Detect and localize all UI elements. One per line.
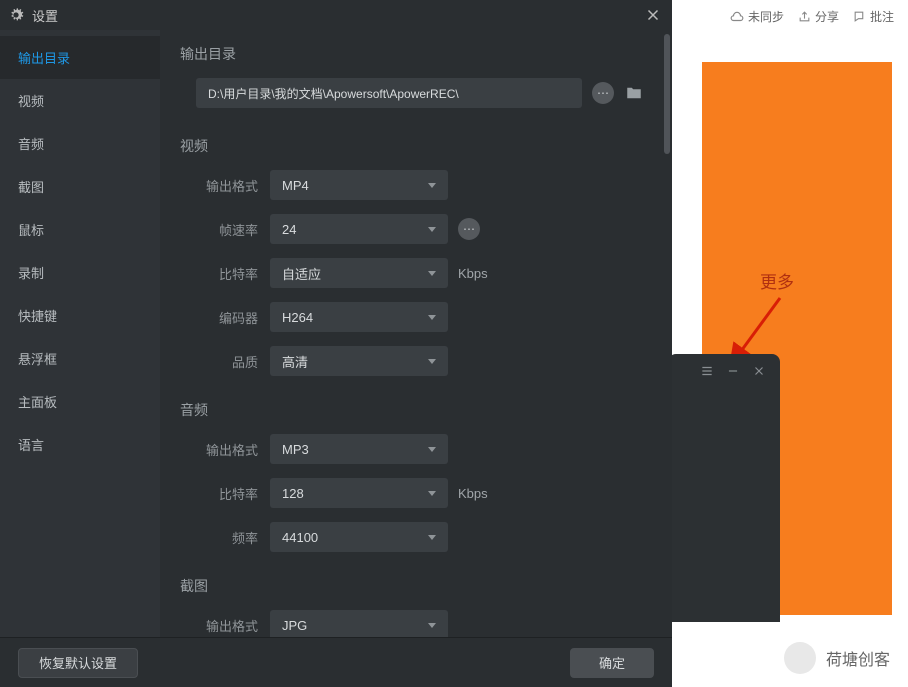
- audio-format-label: 输出格式: [180, 440, 258, 459]
- close-icon[interactable]: [752, 364, 766, 378]
- video-bitrate-select[interactable]: 自适应: [270, 258, 448, 288]
- screenshot-format-label: 输出格式: [180, 616, 258, 635]
- audio-bitrate-select[interactable]: 128: [270, 478, 448, 508]
- floating-titlebar: [668, 354, 780, 388]
- floating-window: [668, 354, 780, 622]
- select-value: 高清: [282, 352, 308, 371]
- sync-status[interactable]: 未同步: [730, 8, 784, 25]
- settings-content: 输出目录 ⋯ 视频 输出格式 MP4 帧速率 24 ⋯: [160, 30, 672, 637]
- menu-icon[interactable]: [700, 364, 714, 378]
- sidebar-item-audio[interactable]: 音频: [0, 122, 160, 165]
- sidebar-item-label: 截图: [18, 180, 44, 195]
- section-heading: 输出目录: [180, 44, 652, 64]
- dialog-body: 输出目录 视频 音频 截图 鼠标 录制 快捷键 悬浮框 主面板 语言 输出目录 …: [0, 30, 672, 637]
- sidebar-item-label: 悬浮框: [18, 352, 57, 367]
- video-encoder-label: 编码器: [180, 308, 258, 327]
- more-options-icon[interactable]: ⋯: [592, 82, 614, 104]
- sidebar-item-record[interactable]: 录制: [0, 251, 160, 294]
- dialog-close-icon[interactable]: [644, 6, 662, 24]
- section-heading: 视频: [180, 136, 652, 156]
- sidebar-item-video[interactable]: 视频: [0, 79, 160, 122]
- select-value: JPG: [282, 618, 307, 633]
- section-screenshot: 截图 输出格式 JPG: [180, 576, 652, 637]
- settings-dialog: 设置 输出目录 视频 音频 截图 鼠标 录制 快捷键 悬浮框 主面板 语言 输出…: [0, 0, 672, 687]
- video-quality-select[interactable]: 高清: [270, 346, 448, 376]
- wechat-avatar-icon: [784, 642, 816, 674]
- scrollbar-thumb[interactable]: [664, 34, 670, 154]
- sidebar-item-label: 音频: [18, 137, 44, 152]
- dialog-footer: 恢复默认设置 确定: [0, 637, 672, 687]
- video-fps-label: 帧速率: [180, 220, 258, 239]
- wechat-footer: 荷塘创客: [672, 629, 908, 687]
- video-fps-select[interactable]: 24: [270, 214, 448, 244]
- sidebar-item-hotkey[interactable]: 快捷键: [0, 294, 160, 337]
- sidebar-item-label: 视频: [18, 94, 44, 109]
- audio-freq-select[interactable]: 44100: [270, 522, 448, 552]
- select-value: 128: [282, 486, 304, 501]
- sidebar-item-mainpanel[interactable]: 主面板: [0, 380, 160, 423]
- select-value: MP3: [282, 442, 309, 457]
- annotate-label: 批注: [870, 8, 894, 25]
- video-format-select[interactable]: MP4: [270, 170, 448, 200]
- gear-icon: [8, 7, 24, 23]
- annotate-button[interactable]: 批注: [853, 8, 894, 25]
- sidebar-item-label: 输出目录: [18, 51, 70, 66]
- annotate-icon: [853, 10, 866, 23]
- output-path-input[interactable]: [196, 78, 582, 108]
- sidebar-item-label: 鼠标: [18, 223, 44, 238]
- sidebar-item-language[interactable]: 语言: [0, 423, 160, 466]
- sidebar-item-mouse[interactable]: 鼠标: [0, 208, 160, 251]
- section-heading: 音频: [180, 400, 652, 420]
- ok-button[interactable]: 确定: [570, 648, 654, 678]
- video-format-label: 输出格式: [180, 176, 258, 195]
- video-encoder-select[interactable]: H264: [270, 302, 448, 332]
- cloud-icon: [730, 10, 744, 24]
- settings-sidebar: 输出目录 视频 音频 截图 鼠标 录制 快捷键 悬浮框 主面板 语言: [0, 30, 160, 637]
- button-label: 确定: [599, 653, 625, 672]
- wechat-account-name: 荷塘创客: [826, 646, 890, 670]
- dialog-title: 设置: [32, 6, 58, 25]
- doc-toolbar: 未同步 分享 批注: [730, 8, 894, 25]
- sidebar-item-screenshot[interactable]: 截图: [0, 165, 160, 208]
- select-value: 自适应: [282, 264, 321, 283]
- dialog-header: 设置: [0, 0, 672, 30]
- folder-icon[interactable]: [624, 84, 644, 102]
- screenshot-format-select[interactable]: JPG: [270, 610, 448, 637]
- sidebar-item-label: 录制: [18, 266, 44, 281]
- share-button[interactable]: 分享: [798, 8, 839, 25]
- section-output: 输出目录 ⋯: [180, 44, 652, 108]
- sync-label: 未同步: [748, 8, 784, 25]
- audio-format-select[interactable]: MP3: [270, 434, 448, 464]
- audio-bitrate-unit: Kbps: [458, 486, 488, 501]
- audio-bitrate-label: 比特率: [180, 484, 258, 503]
- audio-freq-label: 频率: [180, 528, 258, 547]
- select-value: H264: [282, 310, 313, 325]
- select-value: 44100: [282, 530, 318, 545]
- minimize-icon[interactable]: [726, 364, 740, 378]
- section-video: 视频 输出格式 MP4 帧速率 24 ⋯ 比特率 自适应 Kbps 编码器: [180, 136, 652, 376]
- share-icon: [798, 10, 811, 23]
- video-quality-label: 品质: [180, 352, 258, 371]
- sidebar-item-label: 主面板: [18, 395, 57, 410]
- video-bitrate-unit: Kbps: [458, 266, 488, 281]
- video-bitrate-label: 比特率: [180, 264, 258, 283]
- sidebar-item-output[interactable]: 输出目录: [0, 36, 160, 79]
- section-audio: 音频 输出格式 MP3 比特率 128 Kbps 频率 44100: [180, 400, 652, 552]
- sidebar-item-label: 快捷键: [18, 309, 57, 324]
- sidebar-item-label: 语言: [18, 438, 44, 453]
- reset-defaults-button[interactable]: 恢复默认设置: [18, 648, 138, 678]
- fps-more-icon[interactable]: ⋯: [458, 218, 480, 240]
- sidebar-item-float[interactable]: 悬浮框: [0, 337, 160, 380]
- button-label: 恢复默认设置: [39, 653, 117, 672]
- select-value: MP4: [282, 178, 309, 193]
- share-label: 分享: [815, 8, 839, 25]
- section-heading: 截图: [180, 576, 652, 596]
- more-label: 更多: [760, 268, 794, 293]
- select-value: 24: [282, 222, 296, 237]
